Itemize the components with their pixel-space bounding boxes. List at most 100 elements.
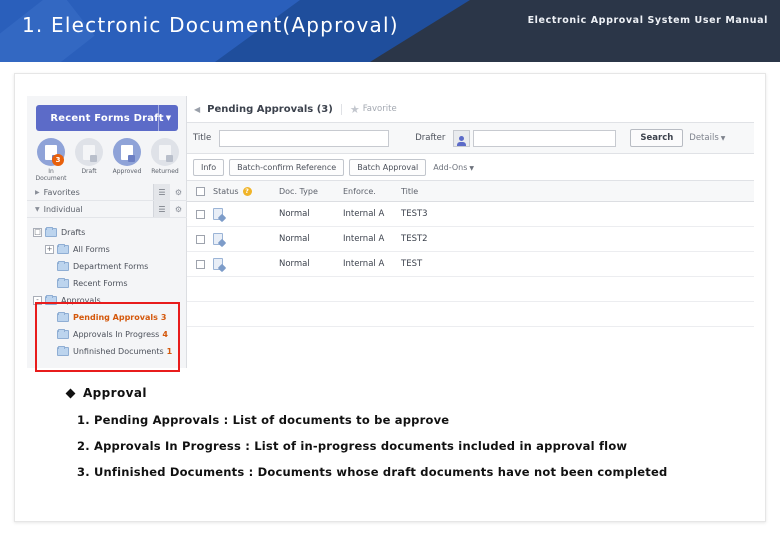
sidebar-tree: □ Drafts + All Forms Department Forms Re… — [27, 224, 187, 360]
content-card: Recent Forms Draft ▼ 3 In Document Draft — [14, 73, 766, 522]
help-icon[interactable]: ? — [242, 186, 252, 196]
tree-node-pending-approvals[interactable]: Pending Approvals 3 — [27, 309, 187, 326]
pane-title-bar: ◀ Pending Approvals (3) ★ Favorite — [187, 96, 754, 123]
cell-title[interactable]: TEST3 — [401, 209, 754, 219]
cell-doc-type: Normal — [279, 259, 310, 269]
sidebar-item-individual[interactable]: ▼ Individual ☰ ⚙ — [27, 201, 187, 218]
chevron-left-icon[interactable]: ◀ — [194, 105, 200, 114]
expander-icon[interactable]: + — [45, 245, 54, 254]
document-approved-icon — [113, 138, 141, 166]
folder-icon — [57, 261, 69, 271]
cell-doc-type: Normal — [279, 234, 310, 244]
column-header-title: Title — [401, 186, 419, 196]
user-picker-icon[interactable] — [453, 129, 471, 147]
chevron-right-icon: ▶ — [35, 188, 40, 196]
quick-item-label: In Document — [35, 168, 67, 182]
quick-item-approved[interactable]: Approved — [110, 138, 144, 175]
slide-page: 1. Electronic Document(Approval) Electro… — [0, 0, 780, 540]
tree-node-approvals-in-progress[interactable]: Approvals In Progress 4 — [27, 326, 187, 343]
diamond-bullet-icon — [65, 388, 76, 398]
folder-icon — [57, 244, 69, 254]
expander-icon[interactable]: □ — [33, 228, 42, 237]
app-screenshot: Recent Forms Draft ▼ 3 In Document Draft — [27, 96, 754, 372]
drafter-input[interactable] — [473, 129, 617, 147]
title-input[interactable] — [219, 129, 390, 147]
tree-node-count: 3 — [160, 313, 167, 322]
status-doc-icon — [213, 208, 223, 220]
select-all-checkbox[interactable] — [196, 186, 205, 196]
folder-icon — [57, 346, 69, 356]
header-subtitle: Electronic Approval System User Manual — [527, 15, 768, 26]
sidebar-item-label: Favorites — [43, 187, 80, 197]
gear-icon[interactable]: ⚙ — [170, 201, 187, 217]
folder-icon — [57, 329, 69, 339]
row-checkbox[interactable] — [196, 259, 205, 269]
tree-node-recent-forms[interactable]: Recent Forms — [27, 275, 187, 292]
details-toggle[interactable]: Details ▼ — [689, 133, 725, 143]
tree-node-label: Approvals In Progress — [73, 330, 160, 339]
description-item: 2. Approvals In Progress : List of in-pr… — [77, 439, 628, 453]
table-header-row: Status ? Doc. Type Enforce. Title — [187, 181, 754, 202]
folder-icon — [45, 227, 57, 237]
cell-enforce: Internal A — [343, 234, 385, 244]
table-row[interactable]: Normal Internal A TEST2 — [187, 227, 754, 252]
tree-node-department-forms[interactable]: Department Forms — [27, 258, 187, 275]
cell-title[interactable]: TEST — [401, 259, 754, 269]
quick-item-in-document[interactable]: 3 In Document — [34, 138, 68, 182]
search-button[interactable]: Search — [630, 129, 684, 147]
table-row[interactable]: Normal Internal A TEST — [187, 252, 754, 277]
table-row[interactable]: Normal Internal A TEST3 — [187, 202, 754, 227]
chevron-down-icon[interactable]: ▼ — [158, 105, 178, 131]
row-checkbox[interactable] — [196, 209, 205, 219]
chevron-down-icon: ▼ — [469, 164, 475, 172]
tree-node-label: Approvals — [61, 296, 101, 305]
toolbar: Info Batch-confirm Reference Batch Appro… — [187, 154, 754, 181]
addons-menu[interactable]: Add-Ons ▼ — [433, 163, 474, 172]
page-title: 1. Electronic Document(Approval) — [22, 13, 399, 37]
folder-icon — [45, 295, 57, 305]
batch-approval-button[interactable]: Batch Approval — [349, 158, 427, 176]
info-button[interactable]: Info — [193, 158, 225, 176]
favorite-label[interactable]: Favorite — [363, 104, 397, 114]
tree-node-approvals[interactable]: - Approvals — [27, 292, 187, 309]
document-return-icon — [151, 138, 179, 166]
tree-node-count: 1 — [166, 347, 173, 356]
tree-node-unfinished-documents[interactable]: Unfinished Documents 1 — [27, 343, 187, 360]
batch-reference-button[interactable]: Batch-confirm Reference — [229, 158, 345, 176]
recent-forms-draft-button[interactable]: Recent Forms Draft ▼ — [36, 105, 178, 131]
gear-icon[interactable]: ⚙ — [170, 184, 187, 200]
table-row-empty — [187, 277, 754, 302]
tree-node-drafts[interactable]: □ Drafts — [27, 224, 187, 241]
folder-icon — [57, 278, 69, 288]
tree-node-all-forms[interactable]: + All Forms — [27, 241, 187, 258]
quick-item-returned[interactable]: Returned — [148, 138, 182, 175]
app-sidebar: Recent Forms Draft ▼ 3 In Document Draft — [27, 96, 187, 372]
expander-icon[interactable]: - — [33, 296, 42, 305]
column-header-doc-type: Doc. Type — [279, 186, 318, 196]
star-icon[interactable]: ★ — [350, 103, 360, 116]
document-icon — [75, 138, 103, 166]
recent-forms-draft-label: Recent Forms Draft — [50, 112, 164, 124]
list-icon[interactable]: ☰ — [153, 201, 170, 217]
description-heading-text: Approval — [83, 386, 147, 400]
column-header-enforce: Enforce. — [343, 186, 376, 196]
cell-title[interactable]: TEST2 — [401, 234, 754, 244]
tree-node-label: All Forms — [73, 245, 110, 254]
list-icon[interactable]: ☰ — [153, 184, 170, 200]
tree-node-count: 4 — [162, 330, 168, 339]
sidebar-group-rows: ▶ Favorites ☰ ⚙ ▼ Individual ☰ ⚙ — [27, 184, 187, 218]
document-check-icon: 3 — [37, 138, 65, 166]
pane-title: Pending Approvals (3) — [207, 103, 333, 115]
cell-enforce: Internal A — [343, 209, 385, 219]
sidebar-item-favorites[interactable]: ▶ Favorites ☰ ⚙ — [27, 184, 187, 201]
quick-item-draft[interactable]: Draft — [72, 138, 106, 175]
search-bar: Title Drafter Search Details ▼ — [187, 123, 754, 154]
chevron-down-icon: ▼ — [720, 135, 726, 142]
quick-item-label: Draft — [81, 168, 97, 175]
table-row-empty — [187, 302, 754, 327]
cell-doc-type: Normal — [279, 209, 310, 219]
folder-icon — [57, 312, 69, 322]
row-checkbox[interactable] — [196, 234, 205, 244]
sidebar-item-label: Individual — [43, 204, 83, 214]
description-heading: Approval — [65, 386, 767, 400]
